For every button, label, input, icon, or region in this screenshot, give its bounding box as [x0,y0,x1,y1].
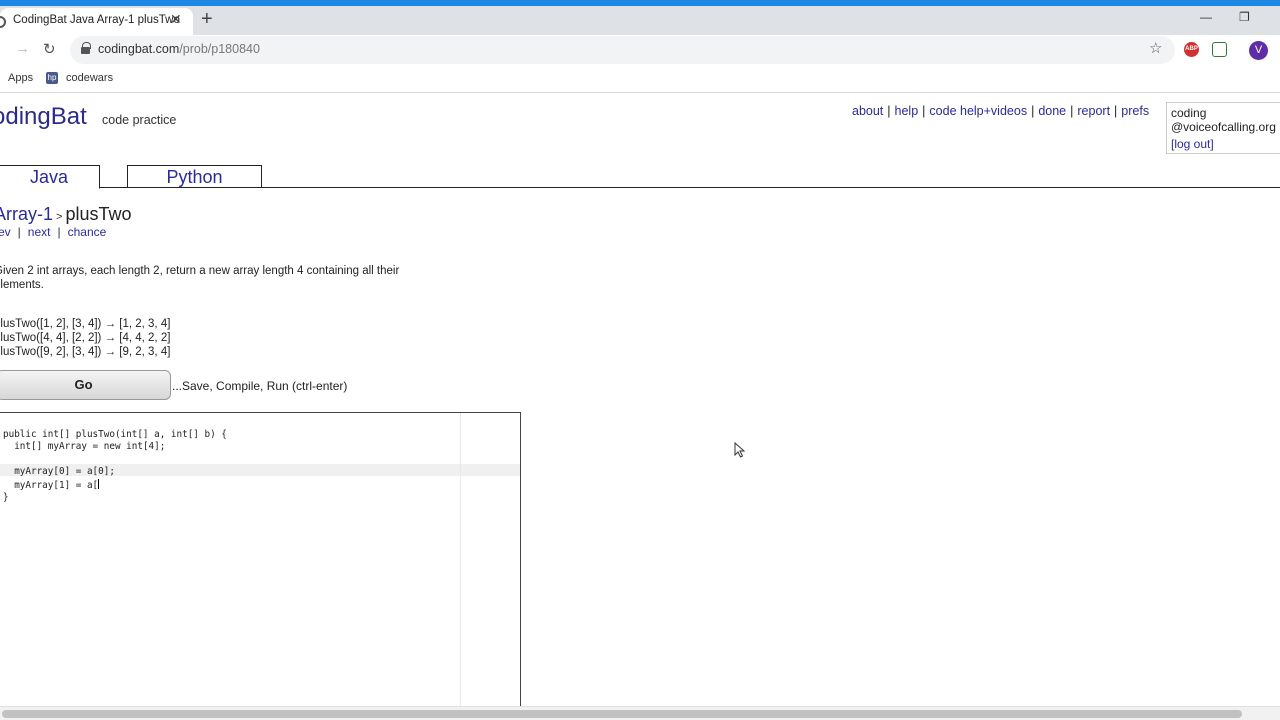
code-line[interactable] [3,454,227,467]
code-line[interactable]: public int[] plusTwo(int[] a, int[] b) { [3,429,227,442]
tab-python[interactable]: Python [127,165,262,188]
lock-icon[interactable] [81,42,91,54]
code-line[interactable]: myArray[0] = a[0]; [3,466,227,479]
browser-tab[interactable]: CodingBat Java Array-1 plusTwo ✕ [0,8,193,35]
text-caret [98,478,100,489]
bookmark-codewars[interactable]: codewars [66,72,113,84]
horizontal-scrollbar[interactable] [0,706,1280,720]
problem-nav: rev|next|chance [0,225,106,239]
restore-icon[interactable]: ❐ [1239,10,1250,24]
close-tab-icon[interactable]: ✕ [170,11,182,28]
menu-icon[interactable]: ⋮ [1276,42,1280,56]
tab-bar: CodingBat Java Array-1 plusTwo ✕ + — ❐ [0,6,1280,35]
go-button[interactable]: Go [0,370,171,400]
user-box: coding @voiceofcalling.org [log out] [1166,102,1280,154]
forward-icon[interactable]: → [15,40,30,57]
go-hint: ...Save, Compile, Run (ctrl-enter) [172,379,348,393]
link-prev[interactable]: rev [0,225,11,239]
link-report[interactable]: report [1077,104,1110,118]
link-done[interactable]: done [1038,104,1066,118]
example-item: plusTwo([4, 4], [2, 2]) → [4, 4, 2, 2] [0,332,171,344]
logo-subtitle: code practice [102,113,177,127]
examples-list: plusTwo([1, 2], [3, 4]) → [1, 2, 3, 4] p… [0,317,170,359]
link-about[interactable]: about [852,104,883,118]
code-line-with-caret[interactable]: myArray[1] = a[ [3,478,227,493]
description-line: elements. [0,279,44,291]
breadcrumb: Array-1 > plusTwo [0,204,132,225]
code-editor[interactable]: public int[] plusTwo(int[] a, int[] b) {… [0,412,521,712]
site-logo[interactable]: odingBat [0,103,87,131]
link-help[interactable]: help [895,104,919,118]
link-prefs[interactable]: prefs [1121,104,1149,118]
extension-icon[interactable] [1212,42,1227,57]
breadcrumb-separator: > [56,211,63,223]
link-next[interactable]: next [28,225,51,239]
link-code-help-videos[interactable]: code help+videos [929,104,1027,118]
bookmarks-bar: Apps hp codewars [0,65,1280,93]
codewars-icon: hp [46,72,58,84]
address-bar[interactable]: codingbat.com/prob/p180840 ☆ [70,36,1175,64]
scrollbar-thumb[interactable] [2,710,1242,718]
code-line[interactable]: } [3,492,227,505]
top-links: about | help | code help+videos | done | report |… [852,104,1150,118]
example-item: plusTwo([1, 2], [3, 4]) → [1, 2, 3, 4] [0,318,171,330]
tab-java[interactable]: Java [0,165,100,189]
adblock-extension-icon[interactable]: ABP [1184,42,1199,57]
code-text[interactable]: public int[] plusTwo(int[] a, int[] b) {… [3,416,227,530]
bookmark-apps[interactable]: Apps [8,72,33,84]
browser-toolbar: → ↻ codingbat.com/prob/p180840 ☆ ABP V ⋮ [0,35,1280,65]
reload-icon[interactable]: ↻ [43,40,56,58]
page-title: plusTwo [65,204,132,224]
code-line[interactable]: myArray[1] = a[ [3,480,98,491]
code-line[interactable]: int[] myArray = new int[4]; [3,441,227,454]
breadcrumb-section[interactable]: Array-1 [0,204,53,224]
avatar[interactable]: V [1249,41,1268,60]
logout-link[interactable]: [log out] [1171,137,1280,151]
user-name-line2: @voiceofcalling.org [1171,120,1276,134]
url-text[interactable]: codingbat.com/prob/p180840 [98,42,260,56]
link-chance[interactable]: chance [68,225,107,239]
minimize-icon[interactable]: — [1200,10,1212,24]
description-line: Given 2 int arrays, each length 2, retur… [0,265,400,277]
mouse-pointer-icon [734,442,746,458]
problem-description: Given 2 int arrays, each length 2, retur… [0,264,474,292]
tab-title: CodingBat Java Array-1 plusTwo [13,14,180,26]
user-name-line1: coding [1171,106,1207,120]
print-margin [460,413,461,711]
example-item: plusTwo([9, 2], [3, 4]) → [9, 2, 3, 4] [0,346,171,358]
new-tab-icon[interactable]: + [201,9,213,29]
bookmark-star-icon[interactable]: ☆ [1149,39,1162,57]
page-content: odingBat code practice about | help | code h… [0,94,1280,712]
globe-icon [0,16,6,28]
